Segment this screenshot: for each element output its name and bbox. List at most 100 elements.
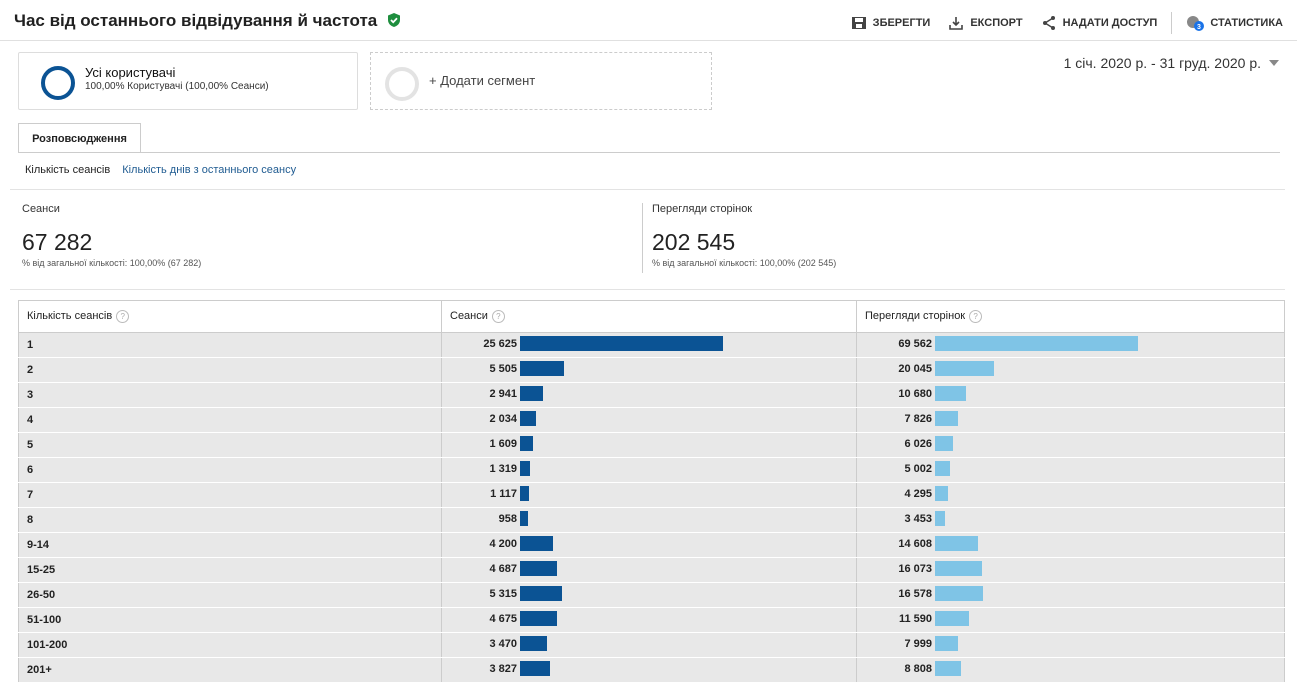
column-header-sessions[interactable]: Сеанси? xyxy=(441,300,857,333)
report-header: Час від останнього відвідування й частот… xyxy=(0,0,1297,41)
row-label: 5 xyxy=(18,432,442,458)
table-row: 6 1 319 5 002 xyxy=(18,457,1285,483)
page-title: Час від останнього відвідування й частот… xyxy=(14,11,402,31)
sessions-cell: 1 609 xyxy=(441,432,857,458)
subtab-bar: Кількість сеансів Кількість днів з остан… xyxy=(25,164,296,176)
insights-button[interactable]: 3 СТАТИСТИКА xyxy=(1186,15,1283,31)
pageviews-bar xyxy=(935,411,958,426)
pageviews-bar xyxy=(935,361,994,376)
row-label: 6 xyxy=(18,457,442,483)
sessions-value: 1 117 xyxy=(490,488,517,500)
row-label: 15-25 xyxy=(18,557,442,583)
sessions-bar xyxy=(520,636,547,651)
segment-name: Усі користувачі xyxy=(85,65,176,80)
pageviews-value: 16 073 xyxy=(898,563,932,575)
pageviews-value: 11 590 xyxy=(898,613,932,625)
insights-badge: 3 xyxy=(1197,24,1201,31)
table-row: 9-14 4 200 14 608 xyxy=(18,532,1285,558)
sessions-value: 25 625 xyxy=(483,338,517,350)
sessions-cell: 958 xyxy=(441,507,857,533)
table-row: 51-100 4 675 11 590 xyxy=(18,607,1285,633)
date-range-picker[interactable]: 1 січ. 2020 р. - 31 груд. 2020 р. xyxy=(1064,55,1279,71)
sessions-value: 1 609 xyxy=(489,438,517,450)
share-button[interactable]: НАДАТИ ДОСТУП xyxy=(1041,15,1157,31)
row-label: 101-200 xyxy=(18,632,442,658)
column-header-label: Кількість сеансів xyxy=(27,310,113,322)
sessions-bar xyxy=(520,461,530,476)
table-row: 2 5 505 20 045 xyxy=(18,357,1285,383)
row-label: 51-100 xyxy=(18,607,442,633)
sessions-value: 3 827 xyxy=(489,663,517,675)
column-header-pageviews[interactable]: Перегляди сторінок? xyxy=(856,300,1285,333)
add-segment-button[interactable]: + Додати сегмент xyxy=(370,52,712,110)
save-label: ЗБЕРЕГТИ xyxy=(872,17,931,29)
table-body: 1 25 625 69 562 2 5 505 20 045 3 2 941 10 680 4 2 … xyxy=(18,332,1285,683)
row-label: 1 xyxy=(18,332,442,358)
pageviews-bar xyxy=(935,461,950,476)
row-label: 2 xyxy=(18,357,442,383)
table-row: 15-25 4 687 16 073 xyxy=(18,557,1285,583)
pageviews-cell: 3 453 xyxy=(856,507,1285,533)
pageviews-cell: 14 608 xyxy=(856,532,1285,558)
segment-ring-icon xyxy=(41,66,75,100)
help-icon[interactable]: ? xyxy=(116,310,130,323)
pageviews-cell: 4 295 xyxy=(856,482,1285,508)
sessions-cell: 5 505 xyxy=(441,357,857,383)
pageviews-cell: 7 826 xyxy=(856,407,1285,433)
pageviews-bar xyxy=(935,336,1138,351)
sessions-cell: 5 315 xyxy=(441,582,857,608)
segment-subtitle: 100,00% Користувачі (100,00% Сеанси) xyxy=(85,81,269,92)
distribution-table: Кількість сеансів? Сеанси? Перегляди сто… xyxy=(18,300,1285,683)
table-row: 101-200 3 470 7 999 xyxy=(18,632,1285,658)
metric-percent: % від загальної кількості: 100,00% (67 2… xyxy=(22,258,202,268)
pageviews-bar xyxy=(935,586,983,601)
pageviews-value: 69 562 xyxy=(898,338,932,350)
export-button[interactable]: ЕКСПОРТ xyxy=(948,15,1023,31)
pageviews-cell: 10 680 xyxy=(856,382,1285,408)
pageviews-value: 16 578 xyxy=(898,588,932,600)
table-row: 3 2 941 10 680 xyxy=(18,382,1285,408)
segment-all-users[interactable]: Усі користувачі 100,00% Користувачі (100… xyxy=(18,52,358,110)
sessions-bar xyxy=(520,436,533,451)
add-segment-label: + Додати сегмент xyxy=(429,73,536,88)
pageviews-bar xyxy=(935,536,978,551)
row-label: 7 xyxy=(18,482,442,508)
metric-pageviews: Перегляди сторінок 202 545 % від загальн… xyxy=(652,203,836,268)
sessions-cell: 2 941 xyxy=(441,382,857,408)
row-label: 9-14 xyxy=(18,532,442,558)
table-row: 5 1 609 6 026 xyxy=(18,432,1285,458)
sessions-bar xyxy=(520,661,550,676)
subtab-session-count[interactable]: Кількість сеансів xyxy=(25,164,110,176)
pageviews-value: 4 295 xyxy=(904,488,932,500)
sessions-value: 1 319 xyxy=(489,463,517,475)
verified-shield-icon xyxy=(387,13,400,27)
metric-divider xyxy=(642,203,643,273)
report-actions: ЗБЕРЕГТИ ЕКСПОРТ НАДАТИ ДОСТУП 3 СТАТИСТ… xyxy=(851,12,1283,34)
subtab-days-since-last[interactable]: Кількість днів з останнього сеансу xyxy=(122,164,296,176)
sessions-cell: 25 625 xyxy=(441,332,857,358)
pageviews-value: 3 453 xyxy=(904,513,932,525)
table-header-row: Кількість сеансів? Сеанси? Перегляди сто… xyxy=(18,300,1285,333)
sessions-value: 4 200 xyxy=(489,538,517,550)
row-label: 4 xyxy=(18,407,442,433)
sessions-cell: 3 470 xyxy=(441,632,857,658)
pageviews-cell: 11 590 xyxy=(856,607,1285,633)
table-row: 201+ 3 827 8 808 xyxy=(18,657,1285,683)
pageviews-bar xyxy=(935,636,958,651)
help-icon[interactable]: ? xyxy=(491,310,505,323)
sessions-bar xyxy=(520,411,536,426)
pageviews-value: 7 826 xyxy=(904,413,932,425)
metric-percent: % від загальної кількості: 100,00% (202 … xyxy=(652,258,837,268)
sessions-bar xyxy=(520,361,564,376)
table-row: 26-50 5 315 16 578 xyxy=(18,582,1285,608)
column-header-label: Перегляди сторінок xyxy=(865,310,966,322)
row-label: 3 xyxy=(18,382,442,408)
metric-value: 202 545 xyxy=(652,229,736,255)
save-button[interactable]: ЗБЕРЕГТИ xyxy=(851,15,931,31)
tab-distribution[interactable]: Розповсюдження xyxy=(18,123,141,153)
insights-label: СТАТИСТИКА xyxy=(1210,17,1283,29)
sessions-cell: 4 675 xyxy=(441,607,857,633)
help-icon[interactable]: ? xyxy=(969,310,983,323)
column-header-session-count[interactable]: Кількість сеансів? xyxy=(18,300,442,333)
pageviews-bar xyxy=(935,436,953,451)
